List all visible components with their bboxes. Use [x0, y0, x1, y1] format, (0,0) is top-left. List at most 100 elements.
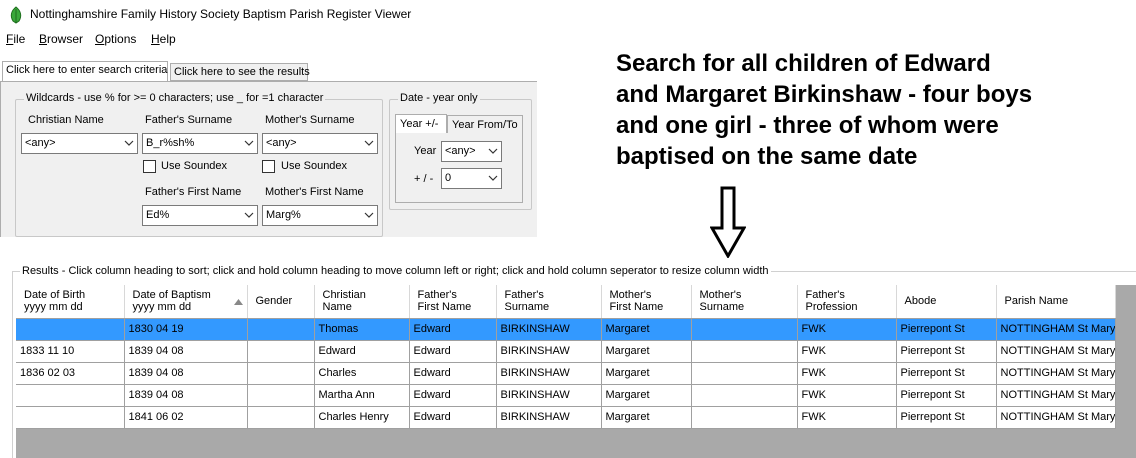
table-cell[interactable]: Edward — [409, 340, 497, 363]
table-cell[interactable]: NOTTINGHAM St Mary — [996, 406, 1117, 429]
christian-name-combo[interactable]: <any> — [21, 133, 138, 154]
table-cell[interactable]: FWK — [797, 340, 897, 363]
table-cell[interactable]: 1830 04 19 — [124, 318, 248, 341]
table-cell[interactable] — [691, 340, 798, 363]
mothers-surname-combo[interactable]: <any> — [262, 133, 378, 154]
table-cell[interactable] — [691, 384, 798, 407]
table-cell[interactable]: BIRKINSHAW — [496, 318, 602, 341]
table-cell[interactable]: NOTTINGHAM St Mary — [996, 384, 1117, 407]
table-cell[interactable]: Pierrepont St — [896, 384, 997, 407]
table-cell[interactable]: 1833 11 10 — [16, 340, 125, 363]
table-cell[interactable]: Margaret — [601, 362, 692, 385]
column-header-line1: Parish Name — [1004, 295, 1069, 308]
down-arrow-icon — [710, 186, 746, 258]
table-cell[interactable] — [691, 362, 798, 385]
tab-results[interactable]: Click here to see the results — [170, 63, 310, 81]
menu-file[interactable]: File — [6, 32, 25, 46]
table-cell[interactable]: FWK — [797, 318, 897, 341]
fathers-surname-combo[interactable]: B_r%sh% — [142, 133, 258, 154]
column-header[interactable]: Father's Profession — [797, 285, 897, 319]
table-cell[interactable] — [247, 340, 315, 363]
table-cell[interactable]: Pierrepont St — [896, 318, 997, 341]
plusminus-combo[interactable]: 0 — [441, 168, 502, 189]
table-cell[interactable]: Margaret — [601, 340, 692, 363]
table-cell[interactable]: 1839 04 08 — [124, 384, 248, 407]
table-cell[interactable]: BIRKINSHAW — [496, 362, 602, 385]
annotation-line-3: and one girl - three of whom were — [616, 112, 999, 139]
table-cell[interactable]: Pierrepont St — [896, 406, 997, 429]
table-cell[interactable] — [16, 318, 125, 341]
table-cell[interactable]: FWK — [797, 406, 897, 429]
column-header[interactable]: Christian Name — [314, 285, 410, 319]
column-header[interactable]: Abode — [896, 285, 997, 319]
column-header-line1: Date of Birth — [24, 289, 86, 302]
plusminus-label: + / - — [414, 173, 434, 185]
table-cell[interactable] — [247, 406, 315, 429]
column-header[interactable]: Mother's Surname — [691, 285, 798, 319]
menu-options-accel: O — [95, 32, 105, 46]
results-body: 1830 04 19 Thomas Edward BIRKINSHAW Margaret… — [16, 318, 1117, 429]
menu-options[interactable]: Options — [95, 32, 136, 46]
table-cell[interactable]: Margaret — [601, 384, 692, 407]
table-cell[interactable]: FWK — [797, 362, 897, 385]
table-cell[interactable]: Margaret — [601, 318, 692, 341]
table-cell[interactable] — [247, 318, 315, 341]
table-cell[interactable]: Edward — [409, 362, 497, 385]
results-grid: Date of Birth yyyy mm dd Date of Baptism yy… — [16, 285, 1136, 458]
tab-year-plusminus[interactable]: Year +/- — [395, 114, 447, 134]
table-cell[interactable] — [691, 318, 798, 341]
mothers-soundex-checkbox[interactable] — [262, 160, 275, 173]
table-cell[interactable]: Edward — [409, 406, 497, 429]
table-cell[interactable]: Margaret — [601, 406, 692, 429]
table-cell[interactable]: NOTTINGHAM St Mary — [996, 318, 1117, 341]
column-header[interactable]: Gender — [247, 285, 315, 319]
table-cell[interactable]: Edward — [314, 340, 410, 363]
table-cell[interactable]: Edward — [409, 384, 497, 407]
column-header[interactable]: Mother's First Name — [601, 285, 692, 319]
column-header[interactable]: Father's Surname — [496, 285, 602, 319]
table-cell[interactable] — [16, 384, 125, 407]
table-cell[interactable] — [247, 362, 315, 385]
table-cell[interactable]: BIRKINSHAW — [496, 406, 602, 429]
menu-browser[interactable]: Browser — [39, 32, 83, 46]
mothers-first-name-combo[interactable]: Marg% — [262, 205, 378, 226]
table-cell[interactable]: Pierrepont St — [896, 340, 997, 363]
column-header[interactable]: Date of Baptism yyyy mm dd — [124, 285, 248, 319]
table-cell[interactable]: Charles Henry — [314, 406, 410, 429]
table-row[interactable]: 1839 04 08 Martha Ann Edward BIRKINSHAW Marg… — [16, 384, 1117, 407]
column-header[interactable]: Date of Birth yyyy mm dd — [16, 285, 125, 319]
mothers-first-name-value: Marg% — [266, 209, 301, 221]
table-cell[interactable]: BIRKINSHAW — [496, 384, 602, 407]
table-cell[interactable]: 1836 02 03 — [16, 362, 125, 385]
table-cell[interactable]: 1839 04 08 — [124, 362, 248, 385]
tab-search-criteria[interactable]: Click here to enter search criteria — [2, 61, 168, 82]
table-cell[interactable] — [247, 384, 315, 407]
table-cell[interactable]: Charles — [314, 362, 410, 385]
chevron-down-icon — [364, 212, 374, 218]
table-cell[interactable]: Thomas — [314, 318, 410, 341]
table-cell[interactable]: FWK — [797, 384, 897, 407]
results-legend: Results - Click column heading to sort; … — [20, 265, 771, 277]
table-cell[interactable]: Martha Ann — [314, 384, 410, 407]
table-row[interactable]: 1836 02 03 1839 04 08 Charles Edward BIRKINS… — [16, 362, 1117, 385]
table-cell[interactable]: BIRKINSHAW — [496, 340, 602, 363]
table-cell[interactable]: NOTTINGHAM St Mary — [996, 362, 1117, 385]
column-header-line2: Surname — [699, 301, 745, 314]
tab-year-from-to[interactable]: Year From/To — [447, 115, 523, 135]
year-combo[interactable]: <any> — [441, 141, 502, 162]
table-row[interactable]: 1830 04 19 Thomas Edward BIRKINSHAW Margaret… — [16, 318, 1117, 341]
fathers-soundex-checkbox[interactable] — [143, 160, 156, 173]
table-cell[interactable] — [691, 406, 798, 429]
table-cell[interactable]: Edward — [409, 318, 497, 341]
column-header[interactable]: Father's First Name — [409, 285, 497, 319]
table-cell[interactable]: NOTTINGHAM St Mary — [996, 340, 1117, 363]
table-row[interactable]: 1841 06 02 Charles Henry Edward BIRKINSHAW M… — [16, 406, 1117, 429]
table-row[interactable]: 1833 11 10 1839 04 08 Edward Edward BIRKINSH… — [16, 340, 1117, 363]
column-header[interactable]: Parish Name — [996, 285, 1117, 319]
table-cell[interactable]: 1839 04 08 — [124, 340, 248, 363]
table-cell[interactable] — [16, 406, 125, 429]
table-cell[interactable]: 1841 06 02 — [124, 406, 248, 429]
table-cell[interactable]: Pierrepont St — [896, 362, 997, 385]
fathers-first-name-combo[interactable]: Ed% — [142, 205, 258, 226]
menu-help[interactable]: Help — [151, 32, 176, 46]
